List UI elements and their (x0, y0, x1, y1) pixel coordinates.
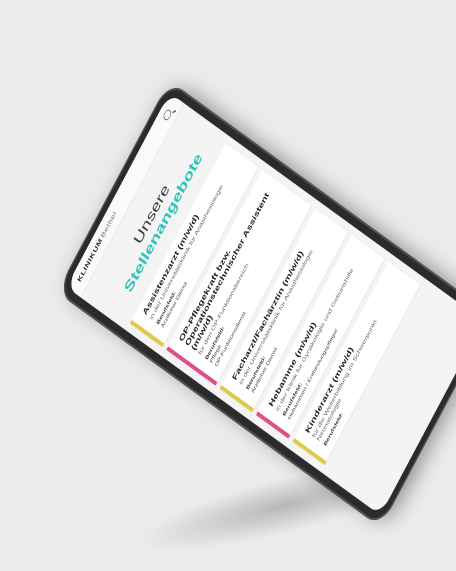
search-icon[interactable] (161, 108, 173, 122)
product-mockup: KLINIKUMBethel Unsere Stellenangebote As… (0, 0, 456, 571)
logo-main-text: KLINIKUM (76, 237, 104, 284)
tablet-device: KLINIKUMBethel Unsere Stellenangebote As… (56, 80, 456, 528)
